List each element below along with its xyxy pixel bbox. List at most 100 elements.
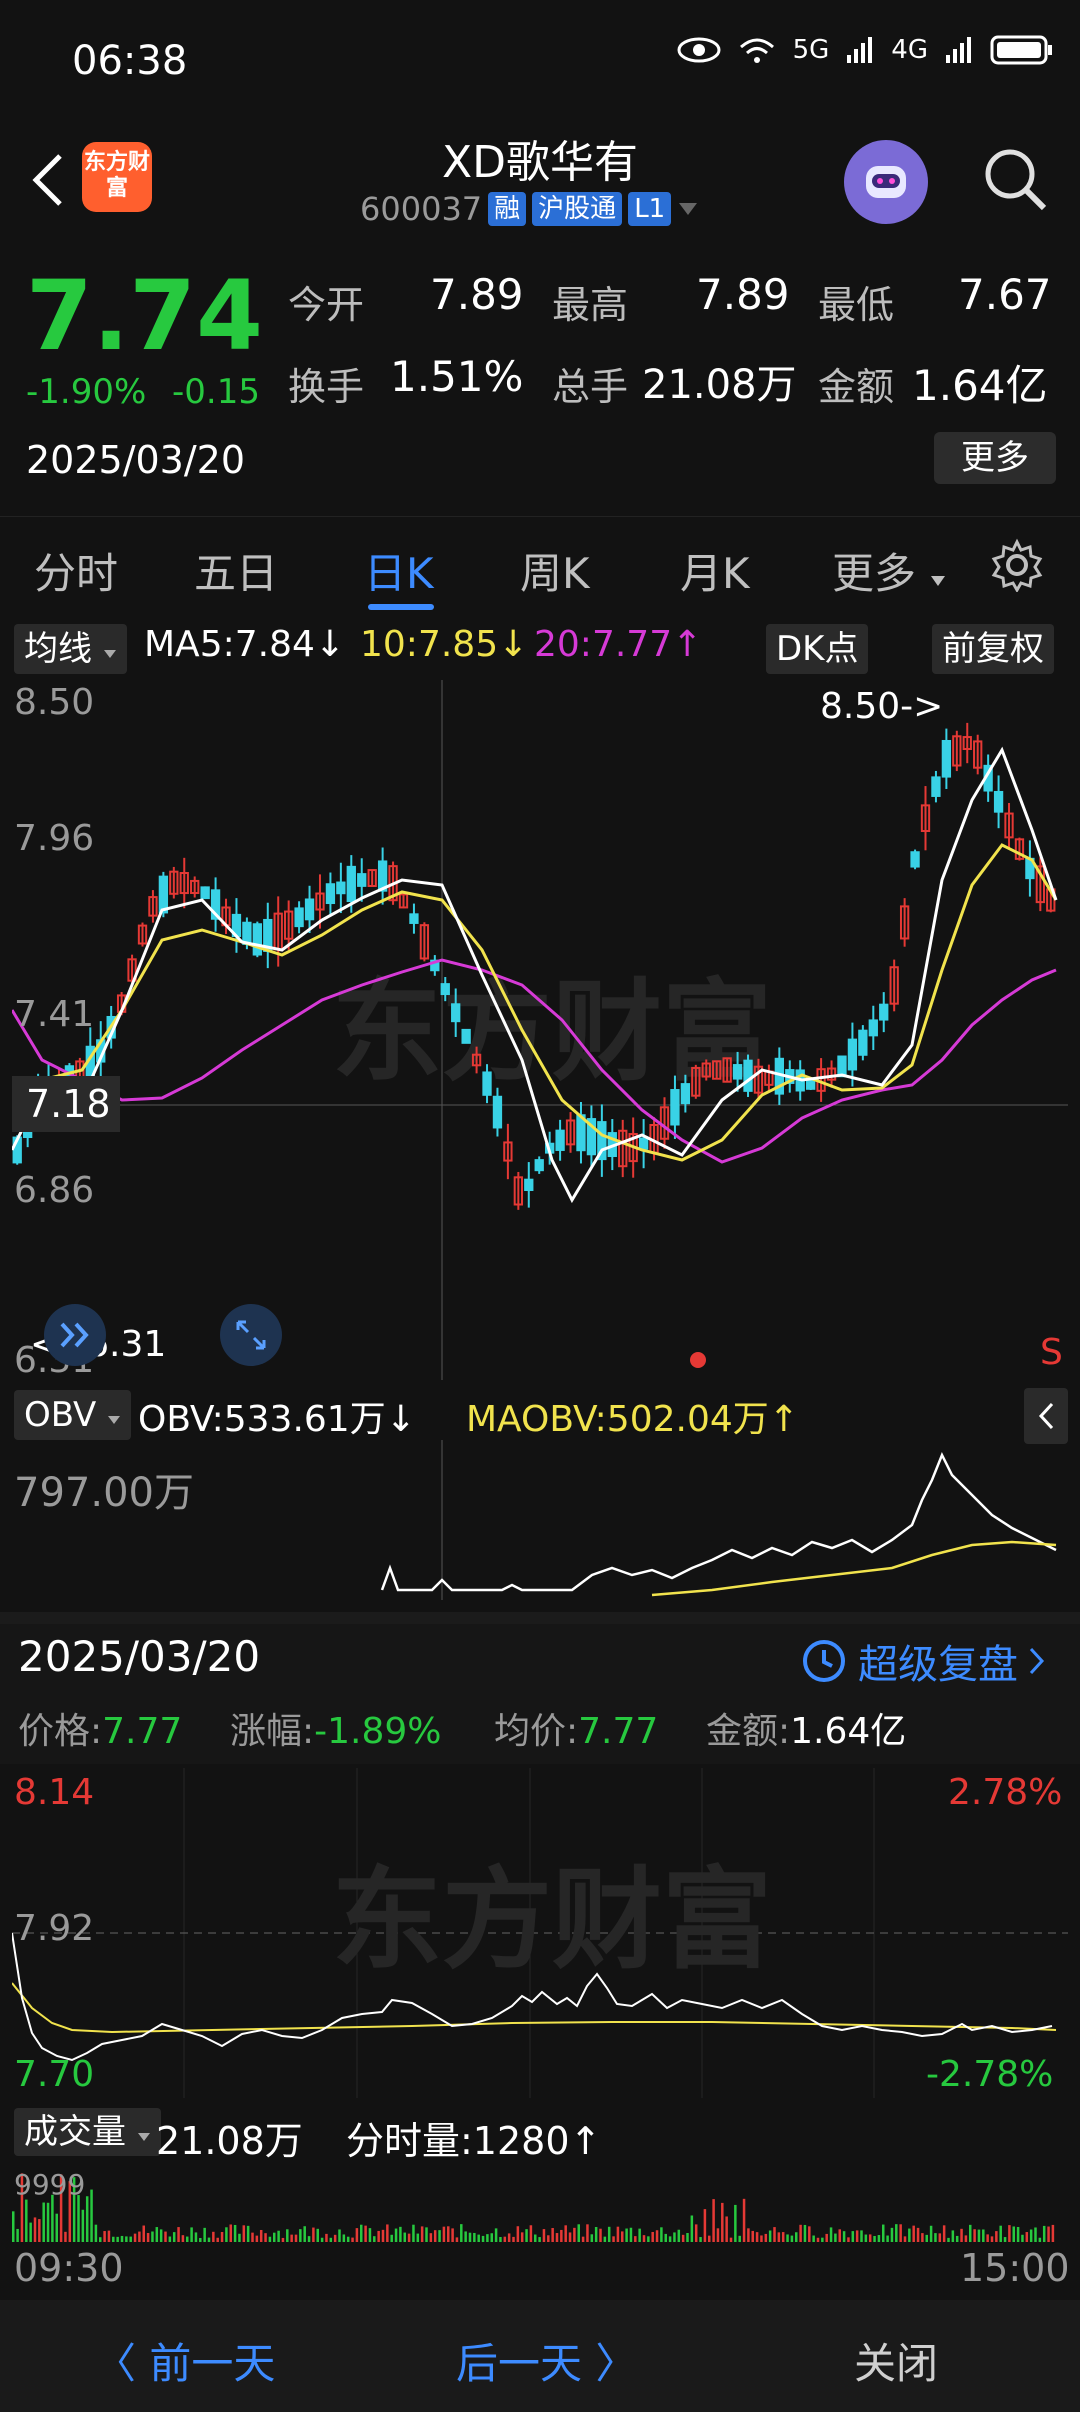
- volume-bar: [1008, 2225, 1011, 2242]
- volume-bar: [677, 2229, 681, 2242]
- volume-bar: [681, 2234, 685, 2242]
- volume-bar: [625, 2228, 628, 2242]
- kline-chart[interactable]: 东方财富: [12, 680, 1068, 1380]
- candle-body: [304, 898, 315, 921]
- collapse-panel-button[interactable]: [1024, 1388, 1068, 1444]
- next-day-button[interactable]: 后一天 〉: [456, 2330, 637, 2391]
- previous-day-button[interactable]: 〈 前一天: [94, 2330, 275, 2391]
- replay-date: 2025/03/20: [18, 1632, 261, 1681]
- volume-bar: [938, 2233, 942, 2242]
- volume-bar: [590, 2234, 594, 2242]
- battery-icon: [990, 35, 1052, 65]
- event-dot[interactable]: [690, 1352, 706, 1368]
- volume-bar: [660, 2227, 663, 2242]
- volume-bar: [242, 2225, 246, 2242]
- fullscreen-button[interactable]: [220, 1304, 282, 1366]
- volume-bar: [929, 2225, 933, 2242]
- expand-left-button[interactable]: [44, 1304, 106, 1366]
- chart-settings-button[interactable]: [990, 538, 1044, 596]
- super-replay-button[interactable]: 超级复盘: [800, 1632, 1046, 1690]
- volume-bar: [464, 2231, 467, 2242]
- tab-five-day[interactable]: 五日: [194, 540, 278, 601]
- volume-bar: [386, 2224, 389, 2242]
- ma5-text: MA5:7.84: [144, 624, 315, 665]
- down-arrow-icon: ↓: [498, 624, 529, 665]
- dk-point-button[interactable]: DK点: [766, 624, 869, 674]
- volume-bar: [320, 2237, 324, 2242]
- tab-monthly-k[interactable]: 月K: [680, 540, 750, 601]
- volume-bar: [655, 2230, 659, 2242]
- intraday-y-top: 8.14: [14, 1772, 95, 1813]
- candle-body: [492, 1095, 503, 1129]
- volume-bar: [433, 2230, 437, 2242]
- candle-body: [325, 883, 336, 905]
- volume-bar: [973, 2229, 976, 2242]
- volume-bar: [951, 2230, 955, 2242]
- candle-body: [868, 1019, 878, 1037]
- volume-bar: [333, 2234, 337, 2242]
- stock-code-line[interactable]: 600037 融 沪股通 L1: [360, 190, 699, 228]
- candle-body: [670, 1089, 680, 1126]
- chevron-left-icon: 〈: [94, 2339, 150, 2388]
- adjust-label: 前复权: [942, 629, 1044, 669]
- volume-bar: [638, 2228, 641, 2242]
- adjust-select[interactable]: 前复权: [932, 624, 1054, 674]
- tab-daily-k[interactable]: 日K: [364, 540, 434, 601]
- low-value: 7.67: [958, 270, 1052, 319]
- volume-bar: [916, 2227, 920, 2242]
- volume-bar: [573, 2227, 576, 2242]
- more-quote-button[interactable]: 更多: [934, 432, 1056, 484]
- volume-now: 分时量:1280↑: [346, 2110, 601, 2165]
- volume-bar: [42, 2202, 45, 2242]
- obv-line: [380, 1451, 1057, 1592]
- candle-body: [482, 1071, 492, 1096]
- signal-5g-label: 5G: [792, 35, 830, 65]
- volume-bar: [81, 2209, 85, 2242]
- close-button[interactable]: 关闭: [854, 2330, 938, 2391]
- volume-bar: [747, 2228, 750, 2242]
- gear-icon: [991, 538, 1043, 594]
- volume-bar: [251, 2232, 254, 2242]
- volume-bar: [177, 2227, 180, 2242]
- volume-bar: [560, 2229, 563, 2242]
- volume-bar: [477, 2234, 480, 2242]
- robot-avatar[interactable]: [844, 140, 928, 224]
- intraday-chart[interactable]: 东方财富: [12, 1768, 1068, 2098]
- volume-bar: [664, 2233, 667, 2242]
- volume-bar: [186, 2236, 189, 2242]
- crosshair-price-label: 7.18: [12, 1076, 120, 1132]
- expand-icon: [236, 1320, 266, 1350]
- search-button[interactable]: [980, 144, 1050, 214]
- volume-select-label: 成交量: [24, 2112, 126, 2152]
- volume-bar: [368, 2228, 372, 2242]
- volume-bar: [429, 2233, 433, 2242]
- candle-body: [158, 875, 169, 914]
- volume-bar: [146, 2232, 150, 2242]
- volume-bar: [425, 2227, 428, 2242]
- volume-bar: [447, 2226, 450, 2242]
- volume-bar: [255, 2235, 259, 2242]
- candle-body: [837, 1055, 847, 1078]
- volume-bar: [803, 2224, 807, 2242]
- volume-label: 总手: [552, 365, 629, 409]
- tab-weekly-k[interactable]: 周K: [520, 540, 590, 601]
- volume-bar: [125, 2236, 128, 2242]
- ma20-value: 20:7.77↑: [534, 624, 702, 665]
- volume-bar: [995, 2231, 998, 2242]
- volume-bar: [155, 2227, 159, 2242]
- tab-intraday[interactable]: 分时: [34, 540, 118, 601]
- turnover-value: 1.51%: [390, 352, 524, 401]
- volume-bar: [399, 2226, 402, 2242]
- indicator-select[interactable]: 均线: [14, 624, 127, 674]
- volume-select[interactable]: 成交量: [14, 2108, 161, 2156]
- robot-icon: [866, 166, 906, 198]
- volume-bar: [864, 2234, 868, 2242]
- candle-body: [242, 921, 252, 945]
- candle-body: [910, 851, 920, 868]
- tab-more[interactable]: 更多: [832, 540, 947, 601]
- volume-bar: [364, 2225, 367, 2242]
- obv-select[interactable]: OBV: [14, 1390, 132, 1440]
- volume-bar: [529, 2225, 533, 2242]
- obv-chart[interactable]: [12, 1440, 1068, 1600]
- volume-bar: [264, 2233, 267, 2242]
